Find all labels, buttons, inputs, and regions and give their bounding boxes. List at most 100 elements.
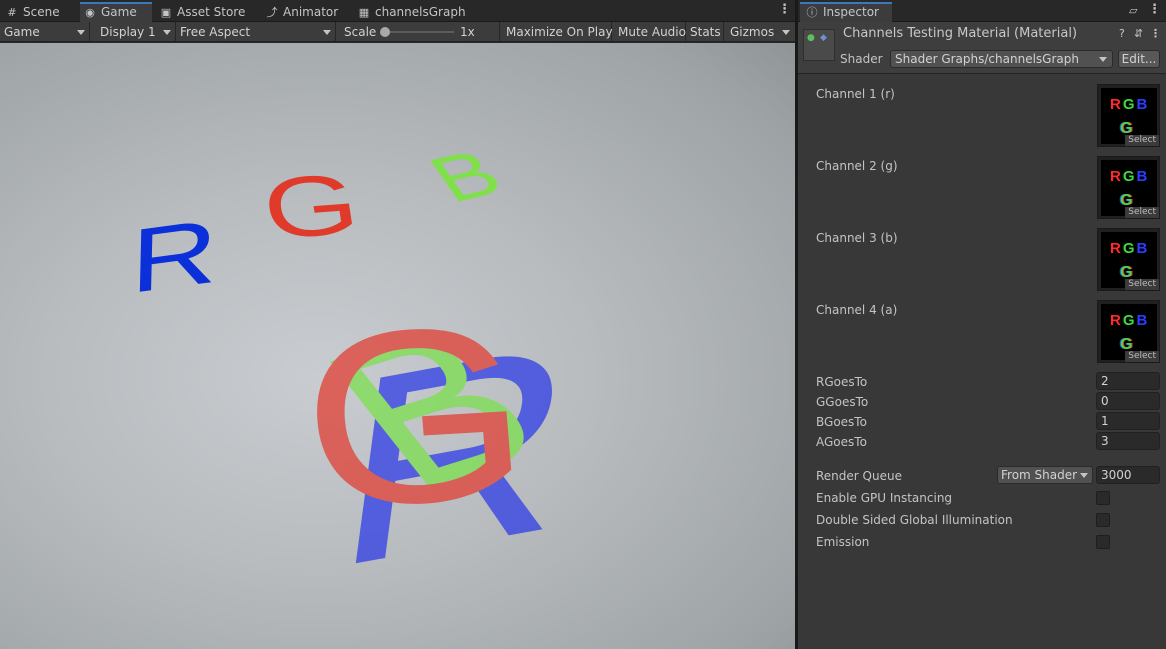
scale-knob[interactable] — [380, 27, 390, 37]
window-menu-icon[interactable]: ⋮ — [1148, 3, 1161, 17]
tab-label: Animator — [283, 5, 339, 19]
toggle-label: Stats — [690, 25, 721, 39]
texture-slot[interactable]: RGB G Select — [1097, 300, 1160, 363]
display-dropdown[interactable]: Display 1 — [96, 22, 176, 42]
chevron-down-icon — [1099, 57, 1107, 62]
dropdown-value: Game — [4, 25, 40, 39]
chevron-down-icon — [163, 30, 171, 35]
texture-slot[interactable]: RGB G Select — [1097, 228, 1160, 291]
select-texture-button[interactable]: Select — [1125, 135, 1159, 146]
scene-letter-r: R — [130, 199, 219, 312]
graph-icon: ▦ — [358, 6, 370, 19]
window-menu-icon[interactable]: ⋮ — [778, 3, 791, 17]
texture-slot[interactable]: RGB G Select — [1097, 84, 1160, 147]
mute-audio-toggle[interactable]: Mute Audio — [614, 22, 686, 42]
shader-value: Shader Graphs/channelsGraph — [895, 52, 1079, 66]
texture-letter: B — [1136, 168, 1150, 185]
chevron-down-icon — [323, 30, 331, 35]
gpu-instancing-checkbox[interactable] — [1096, 491, 1110, 505]
double-sided-gi-label: Double Sided Global Illumination — [816, 513, 1013, 527]
b-goes-to-label: BGoesTo — [816, 415, 867, 429]
texture-letter: B — [1136, 312, 1150, 329]
scale-track[interactable] — [384, 31, 454, 33]
gpu-instancing-label: Enable GPU Instancing — [816, 491, 953, 505]
material-icon: ● ◆ — [803, 29, 835, 61]
select-texture-button[interactable]: Select — [1125, 279, 1159, 290]
chevron-down-icon — [782, 30, 790, 35]
stats-toggle[interactable]: Stats — [686, 22, 724, 42]
tab-asset-store[interactable]: ▣ Asset Store — [160, 2, 246, 22]
chevron-down-icon — [1080, 473, 1088, 478]
gamepad-icon: ◉ — [85, 6, 95, 19]
render-queue-field[interactable]: 3000 — [1096, 466, 1160, 484]
r-goes-to-field[interactable]: 2 — [1096, 372, 1160, 390]
b-goes-to-field[interactable]: 1 — [1096, 412, 1160, 430]
help-icon[interactable]: ? — [1119, 27, 1125, 40]
texture-letter: G — [1122, 312, 1137, 329]
texture-slot[interactable]: RGB G Select — [1097, 156, 1160, 219]
channel-label: Channel 4 (a) — [816, 303, 898, 317]
select-texture-button[interactable]: Select — [1125, 207, 1159, 218]
scale-label: Scale — [344, 25, 377, 39]
display-mode-dropdown[interactable]: Game — [0, 22, 90, 42]
aspect-dropdown[interactable]: Free Aspect — [176, 22, 336, 42]
chevron-down-icon — [77, 30, 85, 35]
texture-preview-text: RGB — [1110, 96, 1149, 113]
tab-game[interactable]: ◉ Game — [80, 2, 152, 22]
tab-label: Scene — [23, 5, 60, 19]
lock-icon[interactable]: ▱ — [1129, 4, 1137, 17]
scale-value: 1x — [460, 25, 475, 39]
edit-shader-button[interactable]: Edit... — [1118, 50, 1160, 68]
settings-menu-icon[interactable]: ⋮ — [1150, 27, 1161, 40]
tab-scene[interactable]: # Scene — [6, 2, 60, 22]
toggle-label: Maximize On Play — [506, 25, 613, 39]
double-sided-gi-checkbox[interactable] — [1096, 513, 1110, 527]
maximize-on-play-toggle[interactable]: Maximize On Play — [502, 22, 613, 42]
scene-render: R G B R B G — [130, 136, 590, 625]
material-title: Channels Testing Material (Material) — [843, 26, 1078, 41]
scene-letter-b: B — [415, 136, 517, 216]
scene-letter-g: G — [257, 156, 366, 257]
tab-label: Game — [101, 5, 137, 19]
scale-slider[interactable]: Scale 1x — [340, 22, 500, 42]
game-window: # Scene ◉ Game ▣ Asset Store ⤴ Animator ▦ cha… — [0, 0, 795, 649]
texture-letter: G — [1122, 240, 1137, 257]
a-goes-to-label: AGoesTo — [816, 435, 867, 449]
texture-letter: R — [1110, 96, 1123, 113]
tab-inspector[interactable]: ⓘ Inspector — [800, 2, 892, 22]
shader-label: Shader — [840, 52, 883, 66]
texture-letter: G — [1122, 168, 1137, 185]
scene-letter-g-large: G — [292, 273, 540, 561]
texture-letter: B — [1136, 240, 1150, 257]
tab-channels-graph[interactable]: ▦ channelsGraph — [358, 2, 466, 22]
inspector-window: ⓘ Inspector ▱ ⋮ ● ◆ Channels Testing Mate… — [798, 0, 1166, 649]
channel-label: Channel 1 (r) — [816, 87, 895, 101]
render-queue-dropdown[interactable]: From Shader — [997, 466, 1093, 484]
g-goes-to-field[interactable]: 0 — [1096, 392, 1160, 410]
texture-letter: R — [1110, 312, 1123, 329]
shader-dropdown[interactable]: Shader Graphs/channelsGraph — [890, 50, 1113, 68]
g-goes-to-label: GGoesTo — [816, 395, 869, 409]
render-queue-label: Render Queue — [816, 469, 902, 483]
tab-animator[interactable]: ⤴ Animator — [266, 2, 339, 22]
left-tab-bar: # Scene ◉ Game ▣ Asset Store ⤴ Animator ▦ cha… — [0, 0, 795, 22]
channel-label: Channel 2 (g) — [816, 159, 898, 173]
info-icon: ⓘ — [806, 6, 818, 19]
preset-icon[interactable]: ⇵ — [1134, 27, 1143, 40]
tab-label: Inspector — [823, 5, 879, 19]
channel-label: Channel 3 (b) — [816, 231, 898, 245]
inspector-tab-bar: ⓘ Inspector ▱ ⋮ — [798, 0, 1166, 22]
texture-letter: B — [1136, 96, 1150, 113]
game-viewport[interactable]: R G B R B G — [0, 43, 795, 649]
dropdown-value: Gizmos — [730, 25, 775, 39]
texture-preview-text: RGB — [1110, 168, 1149, 185]
emission-checkbox[interactable] — [1096, 535, 1110, 549]
gizmos-dropdown[interactable]: Gizmos — [726, 22, 794, 42]
texture-letter: R — [1110, 240, 1123, 257]
tab-label: channelsGraph — [375, 5, 466, 19]
tab-label: Asset Store — [177, 5, 246, 19]
texture-letter: G — [1122, 96, 1137, 113]
select-texture-button[interactable]: Select — [1125, 351, 1159, 362]
a-goes-to-field[interactable]: 3 — [1096, 432, 1160, 450]
toggle-label: Mute Audio — [618, 25, 686, 39]
